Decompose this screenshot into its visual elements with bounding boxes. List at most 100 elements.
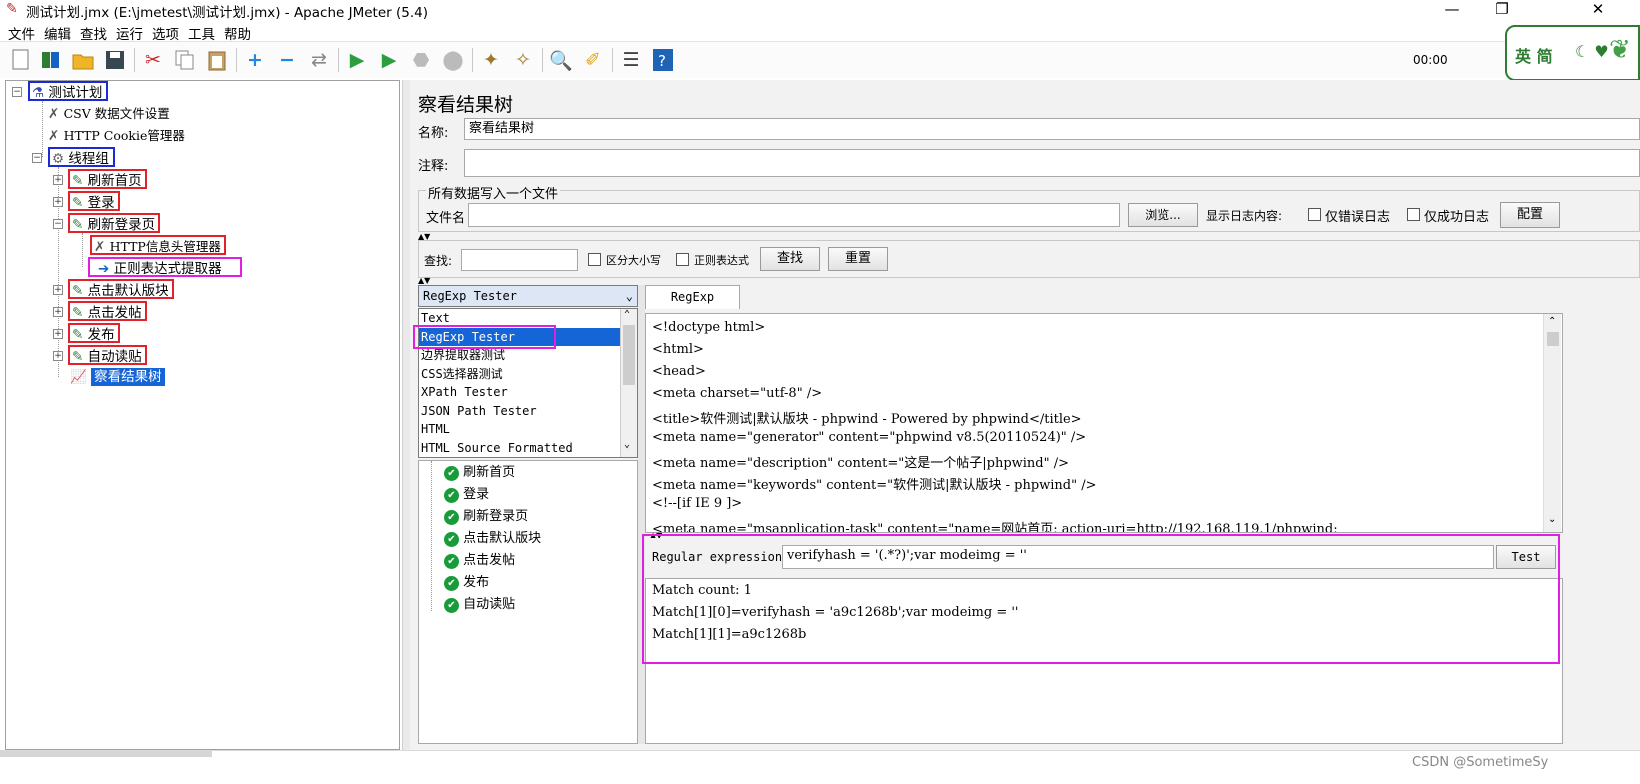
case-sensitive-checkbox[interactable]: [588, 253, 601, 266]
menu-run[interactable]: 运行: [116, 23, 143, 43]
response-scrollbar[interactable]: ⌃ ⌄: [1543, 314, 1561, 532]
clear-all-icon[interactable]: ✧: [510, 47, 536, 73]
list-scrollbar[interactable]: ⌃ ⌄: [620, 309, 637, 457]
scroll-up-icon[interactable]: ⌃: [624, 309, 630, 320]
search-icon[interactable]: 🔍: [548, 47, 574, 73]
result-item[interactable]: ✔ 点击发帖: [444, 550, 515, 572]
scroll-up-icon[interactable]: ⌃: [1548, 316, 1556, 327]
success-check-icon: ✔: [444, 532, 459, 547]
tree-item-csv[interactable]: ✗ CSV 数据文件设置: [48, 104, 170, 124]
expand-toggle[interactable]: +: [53, 329, 63, 339]
tree-item-regex-extractor[interactable]: ➔ 正则表达式提取器: [88, 257, 242, 277]
comment-field[interactable]: [464, 149, 1640, 177]
start-no-pause-icon[interactable]: ▶: [376, 47, 402, 73]
collapse-icon[interactable]: −: [274, 47, 300, 73]
tree-item-sampler[interactable]: ✎ 登录: [68, 191, 120, 211]
result-item[interactable]: ✔ 刷新首页: [444, 462, 515, 484]
tree-item-sampler[interactable]: ✎ 刷新首页: [68, 169, 147, 189]
tree-item-sampler[interactable]: ✎ 点击发帖: [68, 301, 147, 321]
clear-icon[interactable]: ✦: [478, 47, 504, 73]
stop-icon[interactable]: ⬣: [408, 47, 434, 73]
expand-toggle[interactable]: +: [53, 175, 63, 185]
collapse-arrows-icon[interactable]: ▲▼: [418, 276, 430, 285]
templates-icon[interactable]: [38, 47, 64, 73]
renderer-select[interactable]: RegExp Tester ⌄: [418, 285, 638, 307]
tree-item-label: 登录: [87, 195, 115, 211]
result-item[interactable]: ✔ 刷新登录页: [444, 506, 528, 528]
new-icon[interactable]: [8, 47, 34, 73]
renderer-option[interactable]: HTML: [419, 420, 637, 439]
menu-file[interactable]: 文件: [8, 23, 35, 43]
menu-help[interactable]: 帮助: [224, 23, 251, 43]
open-icon[interactable]: [70, 47, 96, 73]
scroll-thumb[interactable]: [623, 325, 635, 385]
scroll-down-icon[interactable]: ⌄: [1548, 514, 1556, 525]
tree-item-cookie-manager[interactable]: ✗ HTTP Cookie管理器: [48, 126, 185, 146]
success-only-checkbox[interactable]: [1407, 208, 1420, 221]
renderer-option[interactable]: JSON Path Tester: [419, 402, 637, 421]
tree-item-header-manager[interactable]: ✗ HTTP信息头管理器: [90, 235, 226, 255]
write-to-file-title: 所有数据写入一个文件: [426, 183, 561, 202]
comment-label: 注释:: [418, 159, 449, 174]
browse-button[interactable]: 浏览...: [1128, 203, 1198, 227]
result-item[interactable]: ✔ 登录: [444, 484, 489, 506]
function-helper-icon[interactable]: ☰: [618, 47, 644, 73]
response-text-area[interactable]: <!doctype html> <html> <head> <meta char…: [645, 313, 1563, 533]
tree-item-sampler[interactable]: ✎ 点击默认版块: [68, 279, 174, 299]
collapse-toggle[interactable]: −: [12, 87, 22, 97]
panel-title: 察看结果树: [418, 94, 514, 116]
renderer-option[interactable]: XPath Tester: [419, 383, 637, 402]
tree-item-test-plan[interactable]: ⚗ 测试计划: [28, 81, 109, 101]
menu-edit[interactable]: 编辑: [44, 23, 71, 43]
shutdown-icon[interactable]: ⬤: [440, 47, 466, 73]
reset-button[interactable]: 重置: [828, 247, 888, 271]
tree-item-sampler[interactable]: ✎ 发布: [68, 323, 120, 343]
collapse-toggle[interactable]: −: [32, 153, 42, 163]
highlight-regexp-tester: [413, 325, 556, 349]
search-input[interactable]: [461, 249, 578, 271]
menu-options[interactable]: 选项: [152, 23, 179, 43]
find-button[interactable]: 查找: [760, 247, 820, 271]
filename-input[interactable]: [468, 203, 1120, 227]
paste-icon[interactable]: [204, 47, 230, 73]
toggle-icon[interactable]: ⇄: [306, 47, 332, 73]
copy-icon[interactable]: [172, 47, 198, 73]
scroll-down-icon[interactable]: ⌄: [624, 439, 630, 450]
pipette-icon: ✎: [72, 305, 84, 321]
close-button[interactable]: ✕: [1578, 0, 1618, 20]
ime-widget[interactable]: 英 简 ☾ ♥ ❦: [1505, 25, 1640, 81]
name-field[interactable]: 察看结果树: [464, 118, 1640, 140]
result-item[interactable]: ✔ 自动读贴: [444, 594, 515, 616]
expand-icon[interactable]: +: [242, 47, 268, 73]
cut-icon[interactable]: ✂: [140, 47, 166, 73]
menu-search[interactable]: 查找: [80, 23, 107, 43]
split-pane-divider[interactable]: [402, 80, 410, 750]
scroll-thumb[interactable]: [1547, 332, 1559, 346]
expand-toggle[interactable]: +: [53, 285, 63, 295]
errors-only-checkbox[interactable]: [1308, 208, 1321, 221]
menu-tools[interactable]: 工具: [188, 23, 215, 43]
tree-item-label: 刷新登录页: [87, 217, 156, 233]
regex-checkbox[interactable]: [676, 253, 689, 266]
help-icon[interactable]: ?: [650, 47, 676, 73]
collapse-toggle[interactable]: −: [53, 219, 63, 229]
result-item[interactable]: ✔ 点击默认版块: [444, 528, 541, 550]
maximize-button[interactable]: ❐: [1482, 0, 1522, 20]
configure-button[interactable]: 配置: [1500, 202, 1560, 228]
expand-toggle[interactable]: +: [53, 197, 63, 207]
expand-toggle[interactable]: +: [53, 351, 63, 361]
reset-search-icon[interactable]: ✐: [580, 47, 606, 73]
result-item[interactable]: ✔ 发布: [444, 572, 489, 594]
minimize-button[interactable]: —: [1432, 0, 1472, 20]
renderer-option[interactable]: HTML Source Formatted: [419, 439, 637, 458]
tree-item-thread-group[interactable]: ⚙ 线程组: [48, 147, 115, 167]
start-icon[interactable]: ▶: [344, 47, 370, 73]
tree-item-sampler[interactable]: ✎ 刷新登录页: [68, 213, 161, 233]
tab-regexp-tester[interactable]: RegExp Tester: [645, 285, 740, 326]
tree-item-view-results-tree[interactable]: 📈 察看结果树: [70, 367, 165, 387]
results-split-divider[interactable]: [638, 285, 645, 744]
tree-item-sampler[interactable]: ✎ 自动读贴: [68, 345, 147, 365]
save-icon[interactable]: [102, 47, 128, 73]
renderer-option[interactable]: CSS选择器测试: [419, 365, 637, 384]
expand-toggle[interactable]: +: [53, 307, 63, 317]
